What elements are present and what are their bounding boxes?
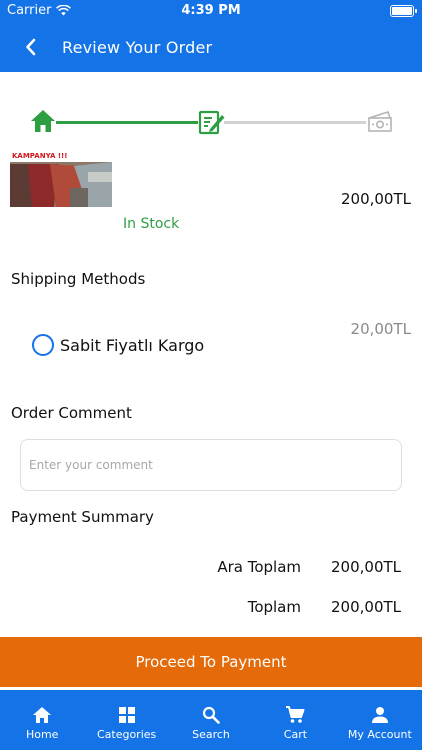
tab-bar: Home Categories Search Cart My Account <box>0 690 422 750</box>
product-price: 200,00TL <box>340 190 411 208</box>
tab-cart[interactable]: Cart <box>253 690 337 750</box>
shipping-method-label: Sabit Fiyatlı Kargo <box>60 335 205 355</box>
page-title: Review Your Order <box>62 37 213 57</box>
chevron-left-icon <box>26 38 36 56</box>
stock-status: In Stock <box>123 216 180 232</box>
tab-home[interactable]: Home <box>0 690 84 750</box>
home-icon <box>33 707 52 723</box>
person-icon <box>371 707 388 723</box>
comment-input[interactable] <box>20 439 402 491</box>
tab-search[interactable]: Search <box>169 690 253 750</box>
tab-categories[interactable]: Categories <box>84 690 168 750</box>
home-step-icon <box>31 110 55 132</box>
proceed-to-payment-button[interactable]: Proceed To Payment <box>0 637 422 687</box>
back-button[interactable] <box>0 22 62 72</box>
payment-summary-title: Payment Summary <box>11 508 154 526</box>
shipping-radio[interactable] <box>32 334 54 356</box>
review-step-icon <box>198 110 225 135</box>
payment-step-icon <box>368 111 392 132</box>
step-line-complete <box>56 121 198 124</box>
status-bar: Carrier 4:39 PM <box>0 0 422 22</box>
shipping-methods-title: Shipping Methods <box>11 270 146 288</box>
subtotal-value: 200,00TL <box>331 558 402 576</box>
tab-label: Cart <box>283 728 308 741</box>
tab-label: My Account <box>347 728 412 741</box>
step-line-pending <box>224 121 366 124</box>
shipping-price: 20,00TL <box>350 320 411 338</box>
status-time: 4:39 PM <box>181 3 241 18</box>
product-image[interactable]: KAMPANYA !!! <box>10 152 112 207</box>
shipping-option[interactable]: Sabit Fiyatlı Kargo <box>32 334 204 356</box>
total-value: 200,00TL <box>331 598 402 616</box>
search-icon <box>202 706 220 724</box>
total-label: Toplam <box>247 598 301 616</box>
tab-label: Search <box>192 728 230 741</box>
tab-label: Categories <box>96 728 157 741</box>
tab-my-account[interactable]: My Account <box>338 690 422 750</box>
total-row: Toplam 200,00TL <box>181 598 401 616</box>
battery-icon <box>390 5 417 17</box>
tab-label: Home <box>25 728 59 741</box>
subtotal-row: Ara Toplam 200,00TL <box>181 558 401 576</box>
cart-icon <box>286 706 305 723</box>
subtotal-label: Ara Toplam <box>217 558 301 576</box>
nav-bar: Review Your Order <box>0 22 422 72</box>
grid-icon <box>118 707 135 723</box>
product-image-caption: KAMPANYA !!! <box>12 152 68 160</box>
checkout-stepper <box>28 108 394 138</box>
order-comment-title: Order Comment <box>11 404 132 422</box>
